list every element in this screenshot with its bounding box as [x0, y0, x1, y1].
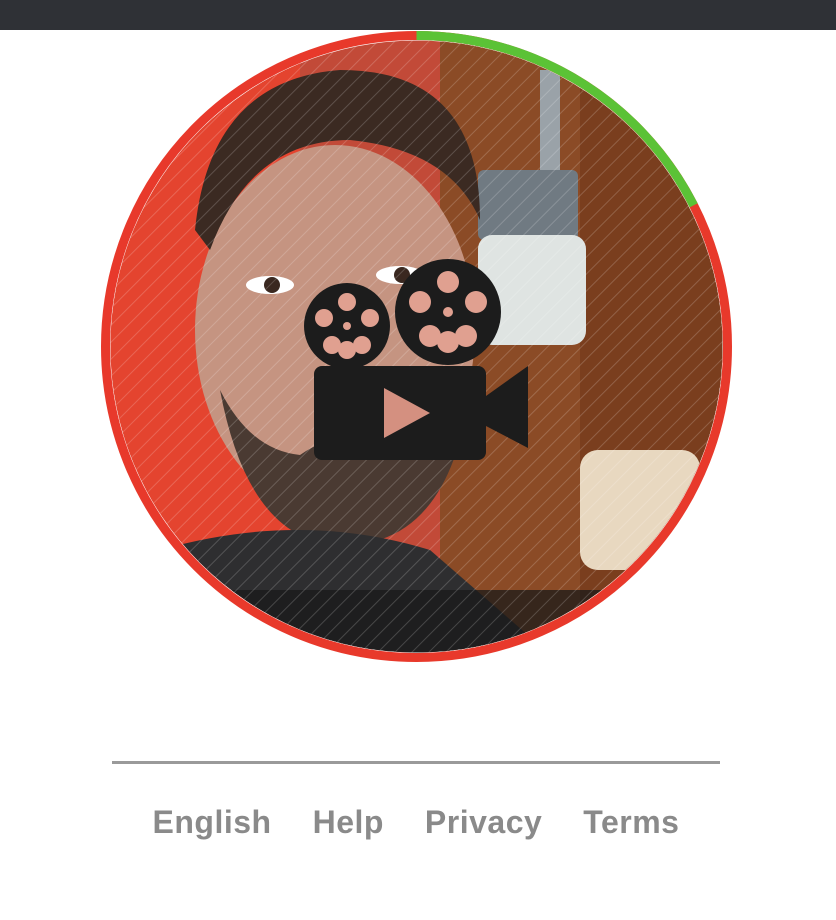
footer-link-terms[interactable]: Terms [583, 800, 679, 844]
footer-divider [112, 761, 720, 764]
video-preview-graphic [101, 31, 732, 662]
footer-link-language[interactable]: English [153, 800, 272, 844]
footer-link-privacy[interactable]: Privacy [425, 800, 542, 844]
footer-link-help[interactable]: Help [313, 800, 384, 844]
video-preview[interactable] [100, 30, 733, 663]
top-bar [0, 0, 836, 30]
footer-nav: English Help Privacy Terms [112, 800, 720, 844]
